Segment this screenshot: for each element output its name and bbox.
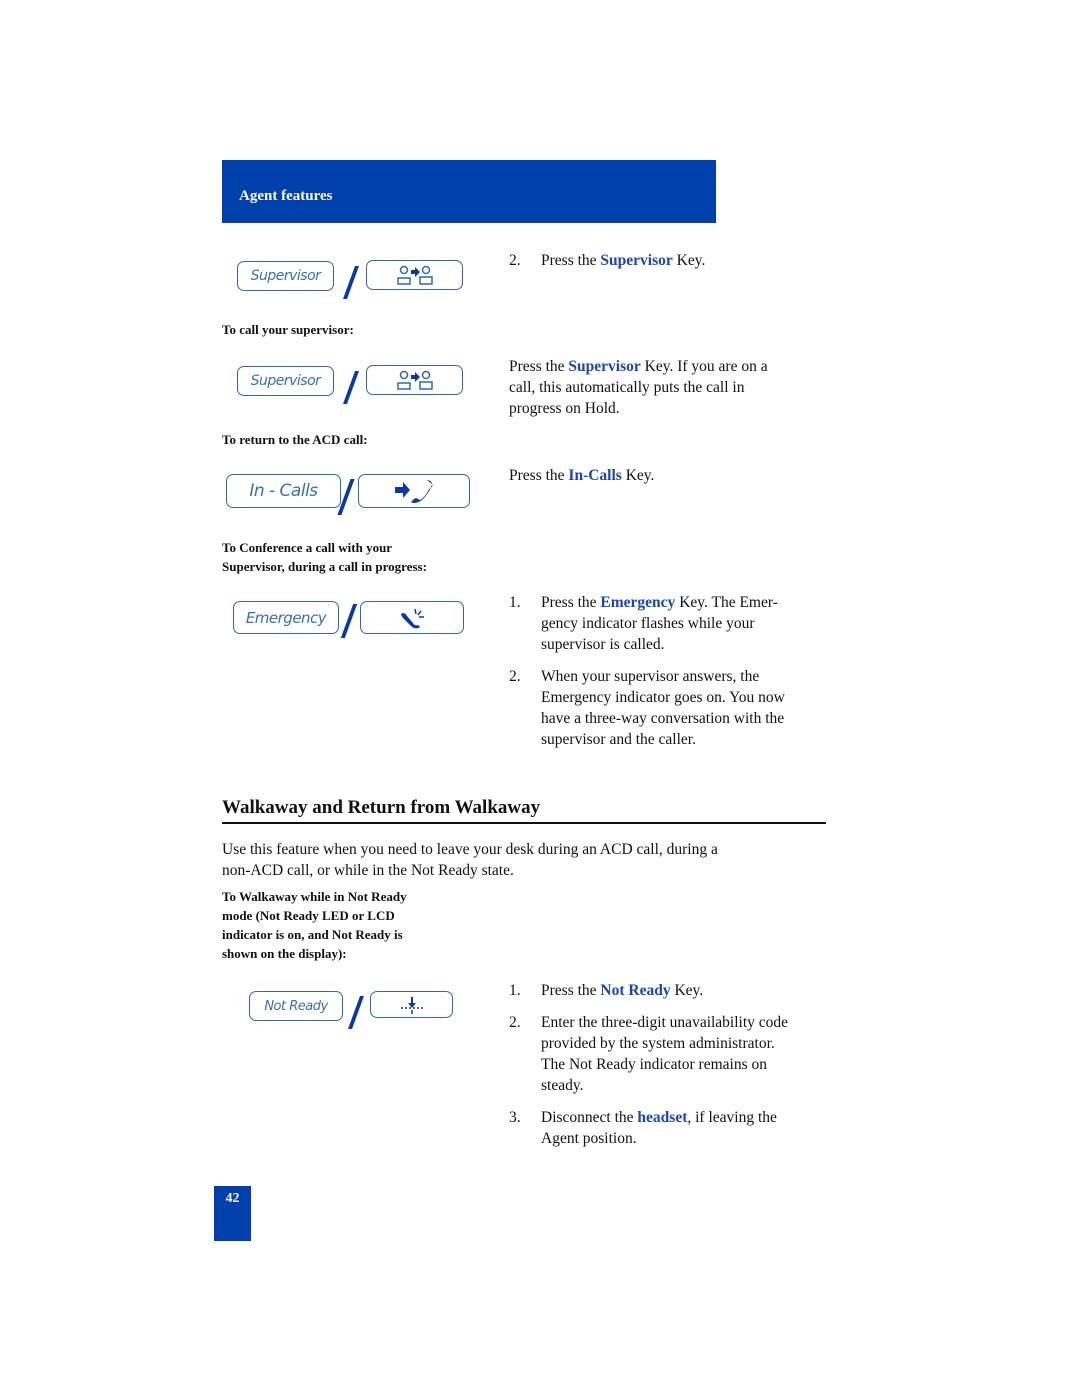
- supervisor-key-label: Supervisor: [250, 373, 321, 389]
- slash-divider: [342, 266, 360, 299]
- headset-ref: headset: [637, 1109, 688, 1126]
- caption-call-supervisor: To call your supervisor:: [222, 322, 354, 337]
- heading-rule: [222, 822, 826, 824]
- step-number: 1.: [509, 982, 521, 999]
- slash-divider: [340, 604, 358, 638]
- supervisor-key-ref: Supervisor: [568, 358, 641, 375]
- section-title: Agent features: [239, 188, 333, 204]
- supervisor-key-ref: Supervisor: [600, 252, 673, 269]
- supervisor-key: Supervisor: [237, 366, 334, 396]
- instruction-return-acd: Press the In-Calls Key.: [509, 467, 655, 484]
- in-calls-key-ref: In-Calls: [568, 467, 622, 484]
- ringing-phone-icon: [397, 606, 427, 630]
- supervisor-transfer-icon: [396, 369, 434, 391]
- section-heading: Walkaway and Return from Walkaway: [222, 797, 541, 818]
- emergency-key-label: Emergency: [245, 608, 327, 627]
- step-number: 2.: [509, 668, 521, 685]
- in-calls-key-label: In - Calls: [249, 481, 318, 501]
- section-banner: Agent features: [222, 160, 716, 223]
- step-number: 3.: [509, 1109, 521, 1126]
- not-ready-key-label: Not Ready: [264, 998, 328, 1014]
- caption-return-acd: To return to the ACD call:: [222, 432, 368, 447]
- in-calls-key: In - Calls: [226, 474, 341, 508]
- step-number: 2.: [509, 1014, 521, 1031]
- not-ready-icon-key: [370, 991, 453, 1018]
- supervisor-icon-key: [366, 365, 463, 395]
- emergency-icon-key: [360, 601, 464, 634]
- supervisor-icon-key: [366, 260, 463, 290]
- page-number-box: 42: [214, 1186, 251, 1241]
- step-number: 1.: [509, 594, 521, 611]
- caption-conference: To Conference a call with your Superviso…: [222, 540, 427, 574]
- not-ready-key-ref: Not Ready: [600, 982, 671, 999]
- walkaway-intro: Use this feature when you need to leave …: [222, 841, 718, 879]
- slash-divider: [347, 996, 365, 1029]
- supervisor-key: Supervisor: [237, 261, 334, 291]
- not-ready-key: Not Ready: [249, 991, 343, 1021]
- emergency-key: Emergency: [233, 601, 339, 634]
- step-number: 2.: [509, 252, 521, 269]
- supervisor-transfer-icon: [396, 264, 434, 286]
- slash-divider: [342, 371, 360, 404]
- in-calls-icon-key: [358, 474, 470, 508]
- arrow-phone-icon: [393, 478, 435, 504]
- supervisor-key-label: Supervisor: [250, 268, 321, 284]
- not-ready-icon: [398, 995, 426, 1015]
- instruction-call-supervisor: Press the Supervisor Key. If you are on …: [509, 358, 768, 417]
- caption-walkaway: To Walkaway while in Not Ready mode (Not…: [222, 889, 407, 961]
- emergency-key-ref: Emergency: [600, 594, 676, 611]
- page-number: 42: [225, 1191, 240, 1206]
